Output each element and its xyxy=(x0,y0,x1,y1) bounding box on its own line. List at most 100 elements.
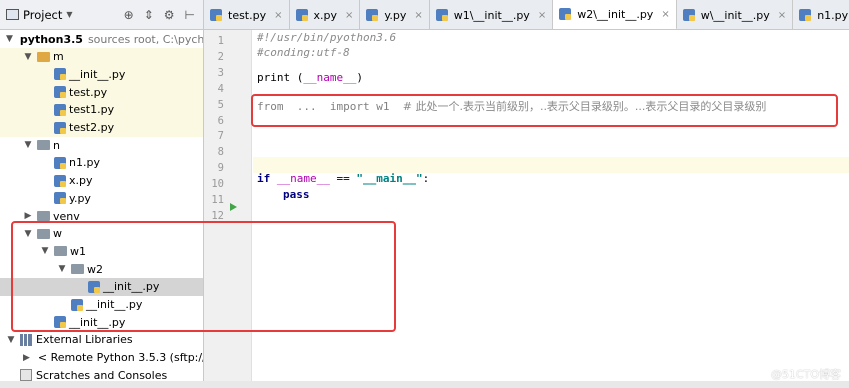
python-file-icon xyxy=(559,8,572,20)
line-number: 2 xyxy=(217,50,224,63)
python-file-icon xyxy=(88,280,100,293)
tree-item[interactable]: ▼ python3.5 sources root, C:\pych xyxy=(0,30,204,48)
line-number: 4 xyxy=(217,82,224,95)
tree-item[interactable]: __init__.py xyxy=(0,65,203,84)
editor-tab[interactable]: x.py × xyxy=(290,0,361,29)
line-number: 1 xyxy=(217,35,224,47)
chevron-right-icon[interactable]: ▶ xyxy=(23,353,30,363)
editor-tab[interactable]: n1.py× xyxy=(793,0,849,29)
python-file-icon xyxy=(682,9,695,21)
package-folder-icon xyxy=(37,51,50,62)
python-file-icon xyxy=(71,298,83,311)
project-panel-header: Project ▼ ⊕ ⇕ ⚙ ⊢ xyxy=(0,0,203,30)
editor-tab[interactable]: y.py × xyxy=(360,0,430,29)
library-icon xyxy=(20,333,32,346)
editor-tab[interactable]: test.py × xyxy=(204,0,290,29)
close-icon[interactable]: × xyxy=(538,10,546,21)
tree-item-extra: sources root, C:\pych xyxy=(87,32,204,46)
locate-file-icon[interactable]: ⊕ xyxy=(124,8,134,22)
editor-tab-label: w2\__init__.py xyxy=(577,7,654,21)
collapse-all-icon[interactable]: ⇕ xyxy=(144,8,154,22)
editor-tab-label: x.py xyxy=(313,8,338,22)
tree-item[interactable]: ▼ w xyxy=(0,225,203,243)
tree-item[interactable]: test1.py xyxy=(0,100,203,119)
code-line-4: print (__name__) xyxy=(257,70,363,86)
tree-item-label: x.py xyxy=(69,174,93,188)
editor-tab-bar: test.py × x.py × y.py × w1\__init__.py × w2\__in… xyxy=(204,0,849,30)
import-name: w1 xyxy=(369,100,390,113)
folder-icon xyxy=(37,211,50,221)
status-bar xyxy=(0,381,849,388)
close-icon[interactable]: × xyxy=(414,10,422,21)
equals-operator: == xyxy=(329,172,357,185)
tree-item[interactable]: y.py xyxy=(0,189,203,207)
tree-item[interactable]: ▶ < Remote Python 3.5.3 (sftp:// xyxy=(0,349,203,367)
chevron-down-icon[interactable]: ▼ xyxy=(23,52,33,62)
tree-item[interactable]: __init__.py xyxy=(0,313,203,331)
chevron-down-icon[interactable]: ▼ xyxy=(40,246,50,256)
tree-item-label: test.py xyxy=(69,85,108,99)
python-file-icon xyxy=(54,174,66,187)
tree-item-label: __init__.py xyxy=(69,67,126,81)
tree-item[interactable]: x.py xyxy=(0,172,203,190)
print-keyword: print xyxy=(257,71,291,84)
folder-icon xyxy=(54,246,67,257)
run-arrow-icon[interactable] xyxy=(230,203,237,211)
tree-item[interactable]: test2.py xyxy=(0,118,203,137)
close-icon[interactable]: × xyxy=(661,9,669,20)
scratches-icon xyxy=(20,369,32,382)
tree-item-label: Scratches and Consoles xyxy=(36,368,168,382)
colon: : xyxy=(422,172,430,185)
line-number: 5 xyxy=(217,98,224,111)
line-number: 11 xyxy=(211,194,224,206)
tree-item[interactable]: __init__.py xyxy=(0,277,203,296)
watermark: @51CTO博客 xyxy=(770,368,841,381)
folder-icon xyxy=(37,140,50,151)
close-icon[interactable]: × xyxy=(778,10,786,21)
tree-item-label: test1.py xyxy=(69,103,115,117)
tree-item[interactable]: __init__.py xyxy=(0,296,203,314)
tree-item[interactable]: n1.py xyxy=(0,154,203,172)
tree-item-label: External Libraries xyxy=(36,333,133,347)
editor-tab-label: test.py xyxy=(228,8,267,22)
name-dunder: __name__ xyxy=(303,71,357,84)
python-file-icon xyxy=(54,121,66,134)
editor-tab[interactable]: w\__init__.py × xyxy=(677,0,794,29)
editor-tab-label: w\__init__.py xyxy=(700,8,770,22)
close-icon[interactable]: × xyxy=(345,10,353,21)
pass-keyword: pass xyxy=(283,188,310,201)
code-line-11: if __name__ == "__main__": xyxy=(257,171,429,187)
tree-item[interactable]: ▶ venv xyxy=(0,207,203,225)
tree-item-label: y.py xyxy=(69,191,91,205)
relative-module: ... xyxy=(283,100,330,113)
tree-item[interactable]: ▼ m xyxy=(0,47,203,66)
editor-tab[interactable]: w2\__init__.py × xyxy=(553,0,677,29)
tree-item[interactable]: ▼ External Libraries xyxy=(0,331,203,349)
editor-tab[interactable]: w1\__init__.py × xyxy=(430,0,554,29)
python-file-icon xyxy=(54,316,66,329)
line-number: 12 xyxy=(211,209,224,222)
chevron-down-icon[interactable]: ▼ xyxy=(6,335,16,345)
project-view-title[interactable]: Project xyxy=(23,8,62,22)
tree-item[interactable]: ▼ n xyxy=(0,136,203,154)
chevron-down-icon[interactable]: ▼ xyxy=(23,229,33,239)
tree-item[interactable]: ▼ w1 xyxy=(0,242,203,260)
tree-item-label: test2.py xyxy=(69,121,115,134)
project-view-dropdown-icon[interactable]: ▼ xyxy=(66,10,72,19)
tree-item[interactable]: ▼ w2 xyxy=(0,260,203,278)
code-line-12: pass xyxy=(283,187,310,203)
tree-item[interactable]: test.py xyxy=(0,83,203,102)
editor-gutter: 1 2 3 4 5 6 7 8 9 10 11 12 xyxy=(204,30,252,388)
chevron-down-icon[interactable]: ▼ xyxy=(6,34,13,44)
chevron-down-icon[interactable]: ▼ xyxy=(23,140,33,150)
chevron-down-icon[interactable]: ▼ xyxy=(57,264,67,274)
chevron-right-icon[interactable]: ▶ xyxy=(23,211,33,221)
python-file-icon xyxy=(54,68,66,81)
hide-panel-icon[interactable]: ⊢ xyxy=(185,8,195,22)
editor-tab-label: y.py xyxy=(384,8,407,22)
close-icon[interactable]: × xyxy=(274,10,282,21)
code-editor[interactable]: #!/usr/bin/pyothon3.6 #conding:utf-8 pri… xyxy=(253,30,849,388)
gear-icon[interactable]: ⚙ xyxy=(164,8,175,22)
import-keyword: import xyxy=(329,100,370,113)
tree-item-label: venv xyxy=(53,209,80,223)
